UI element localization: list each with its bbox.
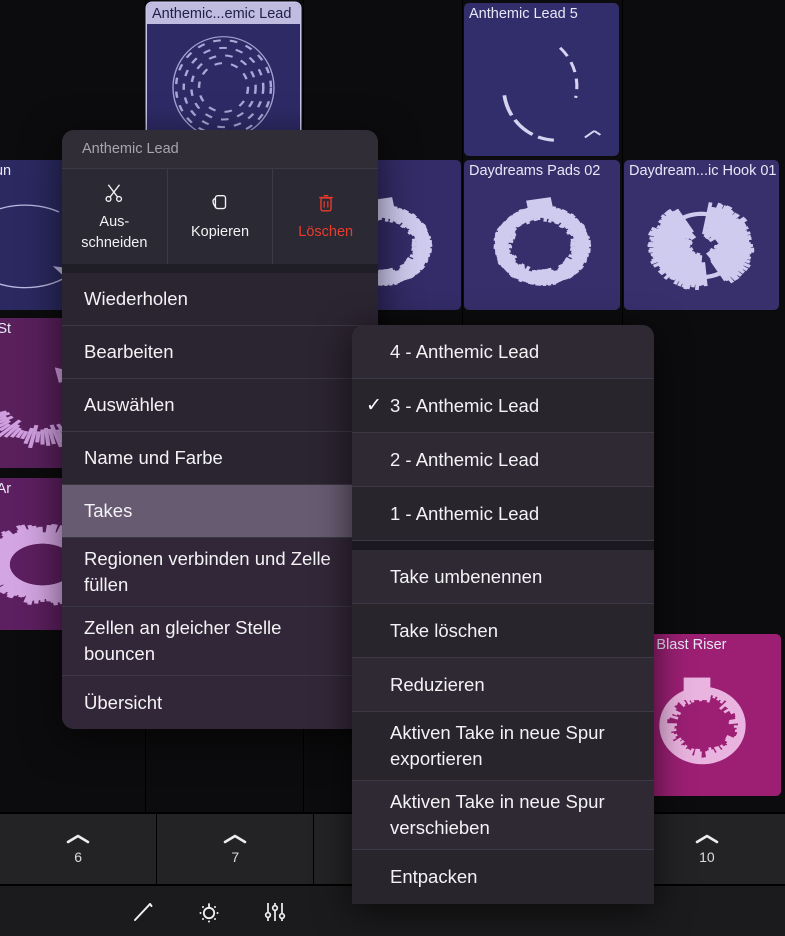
context-action-scissors[interactable]: Aus- schneiden <box>62 169 168 264</box>
context-action-copy[interactable]: Kopieren <box>168 169 274 264</box>
context-menu-item-label: Zellen an gleicher Stelle bouncen <box>84 617 282 664</box>
cell[interactable]: Anthemic...emic Lead <box>147 3 300 151</box>
cell-title: Daydreams Pads 02 <box>469 163 601 179</box>
context-menu-item[interactable]: Übersicht <box>62 676 378 729</box>
cell-title: Anthemic...emic Lead <box>147 3 300 24</box>
context-menu-items: Wiederholen Bearbeiten Auswählen Name und F… <box>62 273 378 729</box>
takes-submenu: 4 - Anthemic Lead ✓ 3 - Anthemic Lead 2 -… <box>352 325 654 904</box>
context-action-trash[interactable]: Löschen <box>273 169 378 264</box>
context-menu-item[interactable]: Bearbeiten <box>62 326 378 379</box>
context-menu-item-label: Wiederholen <box>84 288 188 309</box>
copy-icon <box>209 192 231 216</box>
cell-title: Daydream...ic Hook 01 <box>629 163 777 179</box>
cell[interactable]: Daydream...ic Hook 01 <box>624 160 779 310</box>
takes-submenu-item[interactable]: ✓ 3 - Anthemic Lead <box>352 379 654 433</box>
context-menu-item[interactable]: Wiederholen <box>62 273 378 326</box>
context-menu-item-label: Regionen verbinden und Zelle füllen <box>84 548 331 595</box>
context-menu-title: Anthemic Lead <box>62 130 378 168</box>
takes-submenu-item[interactable]: Reduzieren <box>352 658 654 712</box>
takes-submenu-item-label: Take umbenennen <box>390 565 543 587</box>
live-loops-screen: Anthemic...emic Lead Anthemic Lead 5 rca… <box>0 0 785 936</box>
context-menu-item[interactable]: Auswählen <box>62 379 378 432</box>
takes-submenu-item[interactable]: Aktiven Take in neue Spur verschieben <box>352 781 654 850</box>
pencil-icon[interactable] <box>130 899 156 925</box>
context-menu-item-label: Bearbeiten <box>84 341 174 362</box>
mixer-faders-icon[interactable] <box>262 899 288 925</box>
context-menu-item-label: Auswählen <box>84 394 175 415</box>
context-menu-item[interactable]: Takes <box>62 485 378 538</box>
context-menu-item[interactable]: Name und Farbe <box>62 432 378 485</box>
takes-submenu-item-label: Aktiven Take in neue Spur verschieben <box>390 791 605 838</box>
cell-waveform <box>624 181 779 310</box>
scene-trigger-7[interactable]: 7 <box>157 814 315 884</box>
trash-icon <box>315 192 337 216</box>
scene-trigger-6[interactable]: 6 <box>0 814 158 884</box>
takes-submenu-item-label: 1 - Anthemic Lead <box>390 502 540 524</box>
takes-submenu-item[interactable]: Entpacken <box>352 850 654 904</box>
scene-number: 6 <box>74 849 82 865</box>
cell-waveform <box>464 24 619 156</box>
context-menu-divider <box>62 264 378 273</box>
takes-submenu-item-label: 4 - Anthemic Lead <box>390 340 540 362</box>
cell[interactable]: Daydreams Pads 02 <box>464 160 620 310</box>
takes-submenu-item[interactable]: Take löschen <box>352 604 654 658</box>
takes-submenu-item-label: 2 - Anthemic Lead <box>390 448 540 470</box>
context-menu-item[interactable]: Regionen verbinden und Zelle füllen <box>62 538 378 607</box>
scene-number: 7 <box>231 849 240 865</box>
context-menu-item[interactable]: Zellen an gleicher Stelle bouncen <box>62 607 378 676</box>
takes-submenu-item[interactable]: 4 - Anthemic Lead <box>352 325 654 379</box>
chevron-up-icon <box>66 834 90 844</box>
scissors-icon <box>103 182 125 206</box>
context-menu-item-label: Name und Farbe <box>84 447 223 468</box>
takes-submenu-item[interactable]: Take umbenennen <box>352 550 654 604</box>
context-action-label-line1: Kopieren <box>190 224 250 240</box>
takes-submenu-item[interactable]: 2 - Anthemic Lead <box>352 433 654 487</box>
context-menu: Anthemic Lead Aus- schneiden Kopieren Lö… <box>62 130 378 729</box>
check-icon: ✓ <box>366 394 382 416</box>
takes-submenu-item-label: 3 - Anthemic Lead <box>390 394 540 416</box>
cell-title: Anthemic Lead 5 <box>469 6 578 22</box>
takes-submenu-item-label: Entpacken <box>390 866 478 887</box>
cell-waveform <box>464 181 620 310</box>
chevron-up-icon <box>223 834 247 844</box>
automation-icon[interactable] <box>196 899 222 925</box>
takes-submenu-item[interactable]: Aktiven Take in neue Spur exportieren <box>352 712 654 781</box>
context-menu-item-label: Takes <box>84 500 133 521</box>
takes-submenu-item[interactable]: 1 - Anthemic Lead <box>352 487 654 541</box>
takes-submenu-item-label: Aktiven Take in neue Spur exportieren <box>390 722 605 769</box>
context-menu-actions: Aus- schneiden Kopieren Löschen <box>62 168 378 264</box>
takes-submenu-divider <box>352 541 654 550</box>
cell[interactable]: Anthemic Lead 5 <box>464 3 619 156</box>
context-action-label-line2: schneiden <box>81 234 148 251</box>
context-menu-item-label: Übersicht <box>84 691 163 713</box>
context-action-label-line1: Löschen <box>298 224 354 240</box>
takes-submenu-item-label: Reduzieren <box>390 673 485 695</box>
chevron-up-icon <box>695 834 719 844</box>
takes-submenu-item-label: Take löschen <box>390 619 498 641</box>
scene-number: 10 <box>699 849 715 865</box>
context-action-label-line1: Aus- <box>99 213 130 230</box>
